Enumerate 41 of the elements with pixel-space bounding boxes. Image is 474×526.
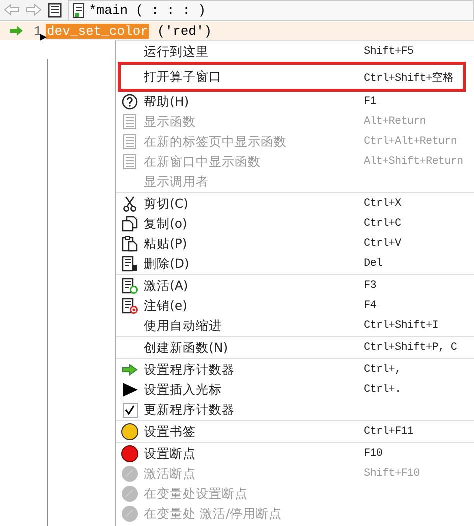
delete-document-icon [122, 256, 138, 272]
menu-item[interactable]: 设置书签 Ctrl+F11 [116, 422, 474, 442]
menu-item[interactable]: 创建新函数(N) Ctrl+Shift+P, C [116, 338, 474, 358]
disabled-breakpoint-icon [121, 465, 139, 483]
menu-item[interactable]: 注销(e) F4 [116, 296, 474, 316]
disabled-breakpoint-icon [121, 485, 139, 503]
checkbox[interactable] [122, 402, 138, 418]
editor-tab[interactable]: *main ( : : : ) [68, 0, 474, 20]
selected-code-token: dev_set_color [46, 24, 150, 38]
document-list-icon[interactable] [48, 2, 62, 18]
copy-icon [122, 216, 138, 232]
bookmark-circle-icon [121, 423, 139, 441]
menu-item[interactable]: 激活(A) F3 [116, 276, 474, 296]
code-text: ('red') [157, 24, 212, 38]
menu-item[interactable]: 复制(o) Ctrl+C [116, 214, 474, 234]
breakpoint-icon [121, 445, 139, 463]
program-file-icon [73, 2, 85, 18]
help-icon [122, 94, 138, 110]
document-icon [123, 154, 137, 170]
menu-item[interactable]: 设置程序计数器 Ctrl+, [116, 360, 474, 380]
menu-item[interactable]: 打开算子窗口 Ctrl+Shift+空格 [118, 62, 466, 92]
play-triangle-icon [122, 383, 138, 397]
menu-item[interactable]: 删除(D) Del [116, 254, 474, 274]
scissors-icon [123, 196, 137, 212]
document-icon [123, 134, 137, 150]
menu-item[interactable]: 帮助(H) F1 [116, 92, 474, 112]
menu-item[interactable]: 运行到这里 Shift+F5 [116, 42, 474, 62]
line-number: 1 [34, 24, 43, 38]
disabled-breakpoint-icon [121, 505, 139, 523]
program-counter-arrow-icon [10, 26, 24, 36]
menu-item[interactable]: 使用自动缩进 Ctrl+Shift+I [116, 316, 474, 336]
document-icon [123, 114, 137, 130]
menu-item[interactable]: 设置断点 F10 [116, 444, 474, 464]
document-disable-icon [122, 298, 138, 314]
right-arrow-icon [122, 364, 138, 376]
menu-item[interactable]: 设置插入光标 Ctrl+. [116, 380, 474, 400]
document-check-icon [122, 278, 138, 294]
menu-item[interactable]: 粘贴(P) Ctrl+V [116, 234, 474, 254]
menu-item[interactable]: 剪切(C) Ctrl+X [116, 194, 474, 214]
menu-item[interactable]: 更新程序计数器 [116, 400, 474, 420]
paste-icon [122, 236, 138, 252]
